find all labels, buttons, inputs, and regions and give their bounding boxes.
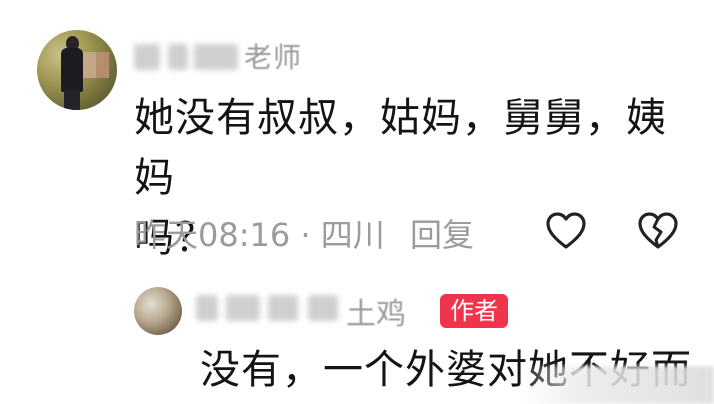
username-visible-text: 老师 [244,41,303,74]
avatar-mosaic [83,52,109,78]
author-avatar[interactable] [134,287,182,335]
username-blur [194,44,238,70]
username-blur [168,44,188,70]
username-blur [226,295,260,321]
avatar-figure-legs [64,90,80,110]
username-blur [268,295,298,321]
commenter-avatar[interactable] [37,30,117,110]
username-blur [196,295,218,321]
author-badge: 作者 [440,294,508,328]
reply-button[interactable]: 回复 [410,210,474,254]
broken-heart-icon[interactable] [636,209,680,253]
comment-text-line: 她没有叔叔，姑妈，舅舅，姨妈 [134,95,667,201]
username-visible-text: 土鸡 [346,297,406,332]
commenter-username[interactable]: 老师 [134,40,324,74]
author-username[interactable]: 土鸡 [196,291,434,332]
watermark [520,366,714,404]
username-blur [308,295,338,321]
username-blur [134,44,160,70]
comment-meta: 昨天08:16 · 四川 [134,216,385,254]
heart-outline-icon[interactable] [544,209,588,253]
avatar-figure-body [61,48,83,92]
